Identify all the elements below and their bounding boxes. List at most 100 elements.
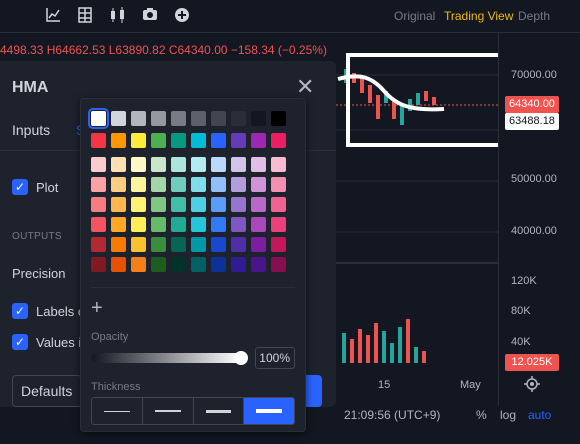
- tab-depth[interactable]: Depth: [518, 9, 550, 23]
- color-swatch[interactable]: [111, 177, 126, 192]
- color-swatch[interactable]: [131, 217, 146, 232]
- color-swatch[interactable]: [251, 237, 266, 252]
- color-swatch[interactable]: [171, 197, 186, 212]
- tab-trading-view[interactable]: Trading View: [444, 9, 513, 23]
- thickness-option-4[interactable]: [244, 398, 294, 424]
- color-swatch[interactable]: [151, 257, 166, 272]
- color-swatch[interactable]: [251, 197, 266, 212]
- color-swatch[interactable]: [211, 217, 226, 232]
- color-swatch[interactable]: [91, 157, 106, 172]
- color-swatch[interactable]: [251, 111, 266, 126]
- color-swatch[interactable]: [231, 111, 246, 126]
- grid-layout-icon[interactable]: [75, 7, 95, 25]
- color-swatch[interactable]: [251, 133, 266, 148]
- color-swatch[interactable]: [271, 111, 286, 126]
- color-swatch[interactable]: [231, 177, 246, 192]
- color-swatch[interactable]: [151, 157, 166, 172]
- camera-icon[interactable]: [140, 7, 160, 25]
- plot-checkbox[interactable]: ✓: [12, 179, 28, 195]
- color-swatch[interactable]: [211, 177, 226, 192]
- color-swatch[interactable]: [111, 257, 126, 272]
- color-swatch[interactable]: [91, 257, 106, 272]
- color-swatch[interactable]: [111, 197, 126, 212]
- color-swatch[interactable]: [151, 237, 166, 252]
- color-swatch[interactable]: [171, 133, 186, 148]
- color-swatch[interactable]: [151, 217, 166, 232]
- time-axis[interactable]: 15 May: [336, 372, 498, 398]
- color-swatch[interactable]: [211, 157, 226, 172]
- color-swatch[interactable]: [271, 237, 286, 252]
- color-swatch[interactable]: [131, 177, 146, 192]
- color-swatch[interactable]: [111, 217, 126, 232]
- color-swatch[interactable]: [191, 197, 206, 212]
- color-swatch[interactable]: [211, 111, 226, 126]
- color-swatch[interactable]: [211, 197, 226, 212]
- color-swatch[interactable]: [271, 257, 286, 272]
- color-swatch[interactable]: [191, 157, 206, 172]
- color-swatch[interactable]: [131, 157, 146, 172]
- color-swatch[interactable]: [111, 133, 126, 148]
- color-swatch[interactable]: [171, 257, 186, 272]
- log-toggle[interactable]: log: [500, 408, 516, 422]
- color-swatch[interactable]: [91, 237, 106, 252]
- color-swatch[interactable]: [151, 111, 166, 126]
- color-swatch[interactable]: [231, 133, 246, 148]
- color-swatch[interactable]: [191, 133, 206, 148]
- color-swatch[interactable]: [271, 133, 286, 148]
- color-swatch[interactable]: [111, 237, 126, 252]
- color-swatch[interactable]: [131, 133, 146, 148]
- color-swatch[interactable]: [171, 237, 186, 252]
- color-swatch[interactable]: [251, 157, 266, 172]
- color-swatch[interactable]: [231, 157, 246, 172]
- opacity-slider-handle[interactable]: [234, 351, 248, 365]
- color-swatch[interactable]: [151, 177, 166, 192]
- add-icon[interactable]: [172, 7, 192, 25]
- color-swatch[interactable]: [91, 133, 106, 148]
- color-swatch[interactable]: [111, 157, 126, 172]
- labels-checkbox[interactable]: ✓: [12, 303, 28, 319]
- defaults-button[interactable]: Defaults: [12, 375, 82, 407]
- opacity-input[interactable]: 100%: [255, 347, 295, 369]
- color-swatch[interactable]: [131, 237, 146, 252]
- close-icon[interactable]: ✕: [296, 76, 314, 98]
- color-swatch[interactable]: [211, 133, 226, 148]
- chart-indicators-icon[interactable]: [43, 7, 63, 25]
- color-swatch[interactable]: [91, 217, 106, 232]
- color-swatch[interactable]: [131, 257, 146, 272]
- color-swatch[interactable]: [191, 111, 206, 126]
- tab-inputs[interactable]: Inputs: [12, 122, 50, 138]
- auto-toggle[interactable]: auto: [528, 408, 551, 422]
- thickness-option-3[interactable]: [194, 398, 245, 424]
- color-swatch[interactable]: [91, 197, 106, 212]
- color-swatch[interactable]: [111, 111, 126, 126]
- opacity-slider[interactable]: [91, 353, 241, 363]
- color-swatch[interactable]: [171, 177, 186, 192]
- color-swatch[interactable]: [271, 177, 286, 192]
- add-custom-color-icon[interactable]: +: [91, 297, 103, 320]
- color-swatch[interactable]: [231, 257, 246, 272]
- color-swatch[interactable]: [171, 217, 186, 232]
- thickness-option-2[interactable]: [143, 398, 194, 424]
- thickness-option-1[interactable]: [92, 398, 143, 424]
- values-checkbox[interactable]: ✓: [12, 334, 28, 350]
- color-swatch[interactable]: [131, 197, 146, 212]
- color-swatch[interactable]: [211, 237, 226, 252]
- color-swatch[interactable]: [91, 177, 106, 192]
- color-swatch[interactable]: [151, 133, 166, 148]
- color-swatch[interactable]: [191, 237, 206, 252]
- color-swatch[interactable]: [171, 111, 186, 126]
- color-swatch[interactable]: [231, 237, 246, 252]
- settings-gear-icon[interactable]: [524, 376, 540, 397]
- color-swatch[interactable]: [191, 257, 206, 272]
- color-swatch[interactable]: [251, 257, 266, 272]
- color-swatch[interactable]: [271, 157, 286, 172]
- color-swatch[interactable]: [191, 177, 206, 192]
- price-axis[interactable]: 70000.00 64340.00 63488.18 50000.00 4000…: [498, 33, 580, 406]
- tab-original[interactable]: Original: [394, 9, 435, 23]
- color-swatch[interactable]: [191, 217, 206, 232]
- color-swatch[interactable]: [211, 257, 226, 272]
- color-swatch[interactable]: [88, 108, 109, 129]
- color-swatch[interactable]: [251, 177, 266, 192]
- color-swatch[interactable]: [251, 217, 266, 232]
- percent-toggle[interactable]: %: [476, 408, 487, 422]
